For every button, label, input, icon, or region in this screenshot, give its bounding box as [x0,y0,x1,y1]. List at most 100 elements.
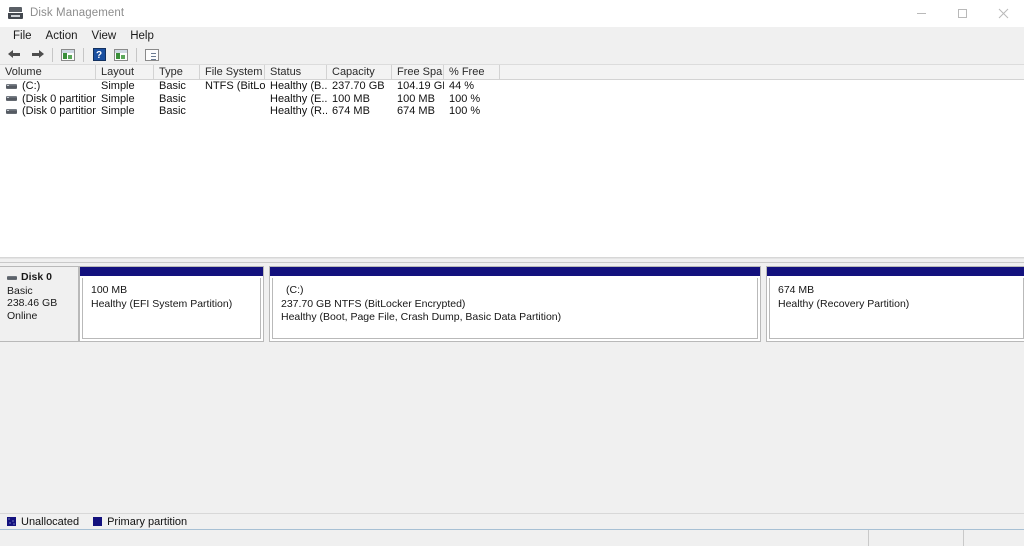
partition-size: 237.70 GB NTFS (BitLocker Encrypted) [281,297,466,310]
back-button[interactable] [4,46,26,64]
volume-list-body: (C:) Simple Basic NTFS (BitLo... Healthy (B.… [0,80,1024,118]
disk-name: Disk 0 [21,271,52,283]
menu-action[interactable]: Action [39,27,85,45]
column-header-filler [500,65,1024,79]
table-row[interactable]: (Disk 0 partition 4) Simple Basic Healthy (… [0,105,1024,118]
cell-percent-free: 44 % [449,80,475,93]
properties-list-icon [145,48,159,61]
partition-status: Healthy (Recovery Partition) [778,297,910,310]
partition-status: Healthy (Boot, Page File, Crash Dump, Ba… [281,311,562,323]
volume-icon [6,83,17,89]
cell-layout: Simple [101,105,135,118]
cell-volume-container: (C:) [0,80,96,92]
cell-status: Healthy (B... [270,80,327,93]
column-header-capacity[interactable]: Capacity [327,65,392,79]
legend-label: Unallocated [21,515,80,528]
partition-details: (C:) 237.70 GB NTFS (BitLocker Encrypted… [272,278,758,339]
menu-bar: File Action View Help [0,27,1024,45]
volume-list-header: Volume Layout Type File System Status Capacit… [0,65,1024,80]
cell-volume: (Disk 0 partition 1) [22,92,96,105]
column-header-status[interactable]: Status [265,65,327,79]
volume-icon [6,108,17,114]
column-header-type[interactable]: Type [154,65,200,79]
close-button[interactable] [983,0,1024,27]
cell-type: Basic [159,105,186,118]
cell-free-space: 104.19 GB [397,80,444,93]
disk-size: 238.46 GB [7,297,58,309]
window-controls [901,0,1024,27]
cell-percent-free: 100 % [449,105,481,118]
cell-free-space: 674 MB [397,105,435,118]
partition-c[interactable]: (C:) 237.70 GB NTFS (BitLocker Encrypted… [269,266,761,342]
cell-volume: (Disk 0 partition 4) [22,105,96,118]
table-row[interactable]: (Disk 0 partition 1) Simple Basic Healthy (… [0,93,1024,106]
cell-capacity: 100 MB [332,92,370,105]
disk-icon [7,275,17,280]
partition-capacity-bar [80,267,263,276]
partition-status: Healthy (EFI System Partition) [91,297,233,310]
disk-info-panel[interactable]: Disk 0 Basic 238.46 GB Online [0,266,79,342]
unallocated-swatch-icon [7,517,16,526]
cell-volume-container: (Disk 0 partition 4) [0,105,96,117]
cell-capacity: 674 MB [332,105,370,118]
cell-status: Healthy (R... [270,105,327,118]
disk-status: Online [7,309,38,322]
menu-file[interactable]: File [6,27,39,45]
status-bar [0,529,1024,546]
refresh-button[interactable] [110,46,132,64]
menu-view[interactable]: View [85,27,124,45]
cell-layout: Simple [101,80,135,93]
console-tree-icon [61,48,75,61]
partition-size: 100 MB [91,284,128,296]
cell-capacity: 237.70 GB [332,80,385,93]
arrow-left-icon [8,49,22,60]
cell-percent-free: 100 % [449,92,481,105]
cell-type: Basic [159,92,186,105]
cell-volume: (C:) [22,80,41,93]
partition-capacity-bar [767,267,1024,276]
properties-button[interactable] [141,46,163,64]
minimize-button[interactable] [901,0,942,27]
maximize-button[interactable] [942,0,983,27]
primary-partition-swatch-icon [93,517,103,526]
legend: Unallocated Primary partition [0,513,1024,529]
column-header-free-spa[interactable]: Free Spa... [392,65,444,79]
legend-item-unallocated: Unallocated [7,516,79,528]
partition-details: 674 MB Healthy (Recovery Partition) [769,278,1024,339]
forward-button[interactable] [26,46,48,64]
partition-drive-letter: (C:) [286,284,304,296]
column-header-free[interactable]: % Free [444,65,500,79]
toolbar-separator [52,47,53,62]
disk-management-icon [8,6,23,20]
disk-management-window: Disk Management File Action View Help ? … [0,0,1024,546]
table-row[interactable]: (C:) Simple Basic NTFS (BitLo... Healthy (B.… [0,80,1024,93]
disk-row-disk0: Disk 0 Basic 238.46 GB Online 100 MB Hea… [0,266,1024,342]
partition-capacity-bar [270,267,760,276]
volume-icon [6,96,17,102]
column-header-volume[interactable]: Volume [0,65,96,79]
menu-help[interactable]: Help [123,27,161,45]
partition-efi[interactable]: 100 MB Healthy (EFI System Partition) [79,266,264,342]
toolbar: ? [0,45,1024,65]
title-bar: Disk Management [0,0,1024,27]
disk-type: Basic [7,284,33,297]
window-title: Disk Management [30,7,125,19]
cell-status: Healthy (E... [270,92,327,105]
toolbar-separator [136,47,137,62]
column-header-layout[interactable]: Layout [96,65,154,79]
cell-file-system: NTFS (BitLo... [205,80,265,93]
legend-item-primary-partition: Primary partition [93,516,187,528]
partition-size: 674 MB [778,284,815,296]
show-hide-console-tree-button[interactable] [57,46,79,64]
partition-recovery[interactable]: 674 MB Healthy (Recovery Partition) [766,266,1024,342]
volume-list-pane[interactable]: Volume Layout Type File System Status Capacit… [0,65,1024,258]
question-mark-icon: ? [92,48,106,61]
arrow-right-icon [30,49,44,60]
cell-type: Basic [159,80,186,93]
status-pane-1 [0,530,869,546]
column-header-file-system[interactable]: File System [200,65,265,79]
partition-details: 100 MB Healthy (EFI System Partition) [82,278,261,339]
partition-strip: 100 MB Healthy (EFI System Partition) (C… [79,266,1024,342]
help-button[interactable]: ? [88,46,110,64]
graphical-disk-view[interactable]: Disk 0 Basic 238.46 GB Online 100 MB Hea… [0,262,1024,513]
